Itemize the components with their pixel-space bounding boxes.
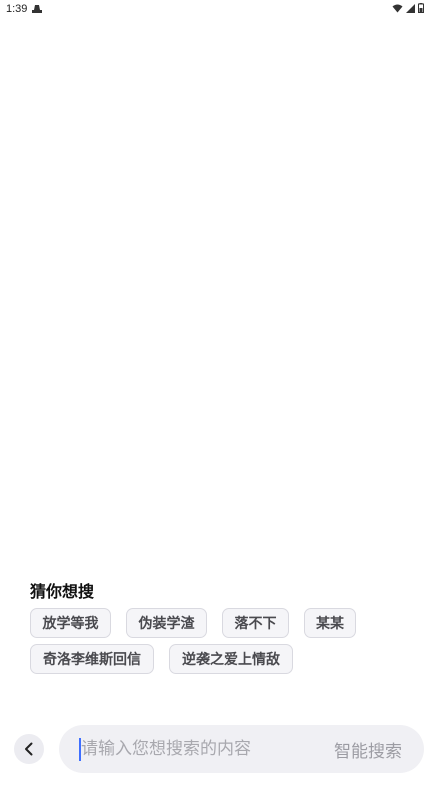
status-time: 1:39 bbox=[6, 3, 28, 15]
signal-icon bbox=[406, 3, 415, 13]
smart-search-button[interactable]: 智能搜索 bbox=[334, 725, 402, 773]
suggestion-chip[interactable]: 放学等我 bbox=[30, 608, 111, 638]
suggestions-title: 猜你想搜 bbox=[30, 582, 95, 601]
suggestion-chip[interactable]: 某某 bbox=[304, 608, 356, 638]
status-bar: 1:39 bbox=[0, 0, 442, 20]
search-input[interactable] bbox=[81, 725, 301, 773]
search-bar: 智能搜索 bbox=[59, 725, 424, 773]
suggestion-chip[interactable]: 落不下 bbox=[222, 608, 289, 638]
notification-icon bbox=[32, 5, 42, 13]
suggestion-chip[interactable]: 逆袭之爱上情敌 bbox=[169, 644, 293, 674]
back-button[interactable] bbox=[14, 734, 44, 764]
suggestion-chip[interactable]: 奇洛李维斯回信 bbox=[30, 644, 154, 674]
suggestion-chip[interactable]: 伪装学渣 bbox=[126, 608, 207, 638]
chevron-left-icon bbox=[25, 742, 33, 756]
wifi-icon bbox=[392, 4, 403, 12]
battery-icon bbox=[418, 3, 424, 13]
status-icons bbox=[392, 3, 424, 13]
